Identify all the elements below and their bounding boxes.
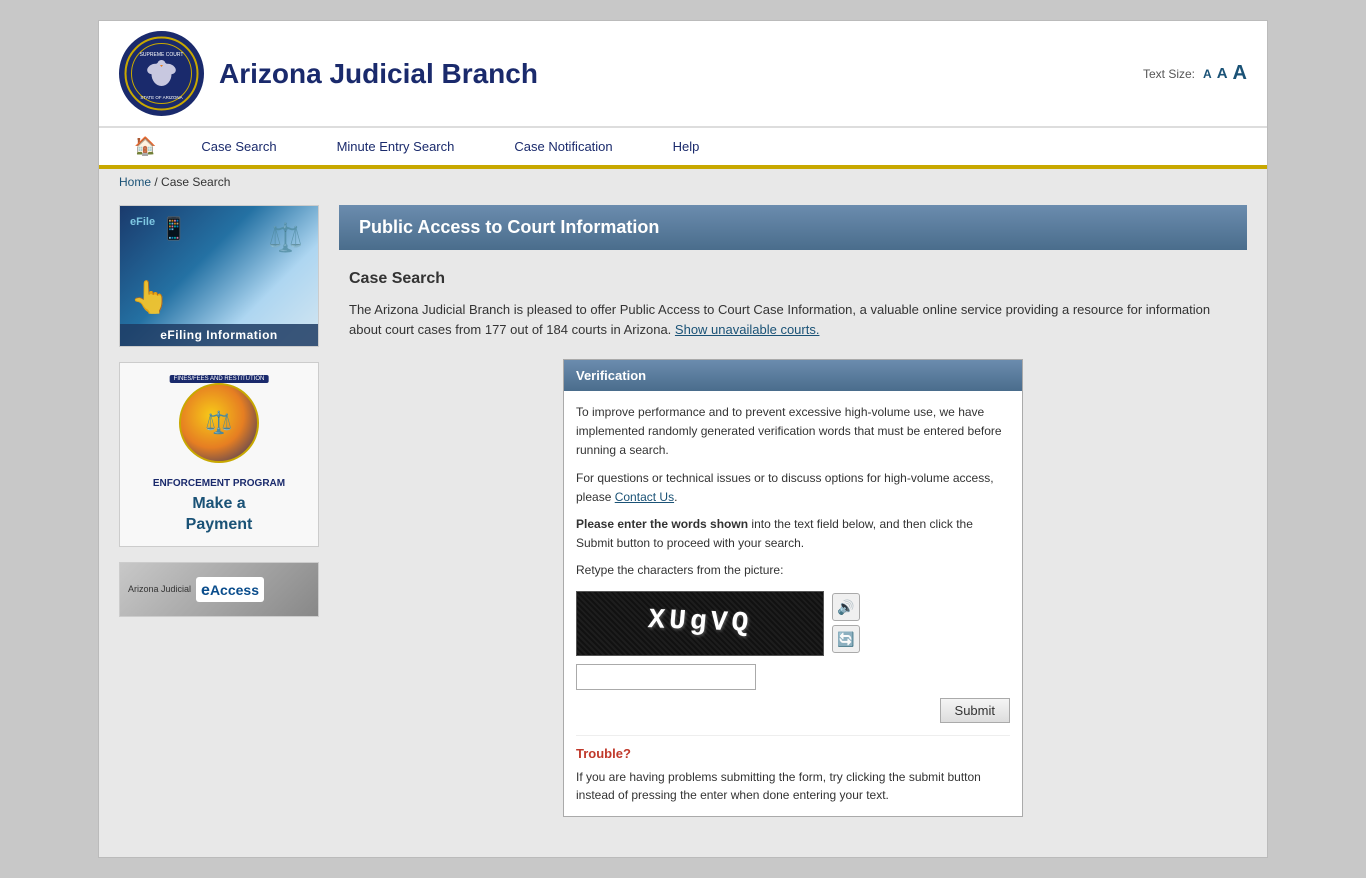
svg-text:STATE OF ARIZONA: STATE OF ARIZONA <box>140 95 182 100</box>
verification-body: To improve performance and to prevent ex… <box>564 391 1022 816</box>
efiling-label: eFiling Information <box>120 324 318 346</box>
submit-row: Submit <box>576 698 1010 723</box>
efiling-card[interactable]: eFile ⚖️ 📱 👆 eFiling Information <box>119 205 319 347</box>
text-size-label: Text Size: <box>1143 67 1195 81</box>
verification-header: Verification <box>564 360 1022 391</box>
captcha-buttons: 🔊 🔄 <box>832 593 860 653</box>
page-title: Public Access to Court Information <box>359 217 659 237</box>
show-unavailable-link[interactable]: Show unavailable courts. <box>675 322 820 337</box>
sidebar: eFile ⚖️ 📱 👆 eFiling Information ⚖️ FINE… <box>119 205 319 837</box>
make-payment-link[interactable]: Make a Payment <box>130 494 308 536</box>
page-wrapper: SUPREME COURT STATE OF ARIZONA Arizona J… <box>98 20 1268 858</box>
verification-text1: To improve performance and to prevent ex… <box>576 403 1010 461</box>
captcha-image: XUgVQ <box>576 591 824 656</box>
site-title: Arizona Judicial Branch <box>219 58 538 90</box>
eaccess-card[interactable]: Arizona Judicial eAccess <box>119 562 319 617</box>
trouble-section: Trouble? If you are having problems subm… <box>576 735 1010 805</box>
content-area: Public Access to Court Information Case … <box>319 205 1247 837</box>
nav-bar: 🏠 Case Search Minute Entry Search Case N… <box>99 127 1267 169</box>
efiling-image: eFile ⚖️ 📱 👆 eFiling Information <box>120 206 318 346</box>
retype-label: Retype the characters from the picture: <box>576 561 1010 580</box>
intro-text: The Arizona Judicial Branch is pleased t… <box>349 300 1237 339</box>
home-nav-icon[interactable]: 🏠 <box>119 128 171 165</box>
instruction-text: Please enter the words shown into the te… <box>576 515 1010 553</box>
court-seal-logo: SUPREME COURT STATE OF ARIZONA <box>119 31 204 116</box>
breadcrumb-current: Case Search <box>161 175 230 189</box>
fare-enforcement-text: ENFORCEMENT PROGRAM <box>130 478 308 489</box>
fare-logo: ⚖️ FINES/FEES AND RESTITUTION <box>130 373 308 473</box>
section-title: Case Search <box>349 270 1237 288</box>
header-left: SUPREME COURT STATE OF ARIZONA Arizona J… <box>119 31 538 116</box>
verification-text2: For questions or technical issues or to … <box>576 469 1010 507</box>
text-size-small[interactable]: A <box>1203 67 1212 81</box>
contact-us-link[interactable]: Contact Us <box>615 490 674 504</box>
text-size-medium[interactable]: A <box>1217 65 1228 82</box>
nav-minute-entry-search[interactable]: Minute Entry Search <box>307 129 485 164</box>
header: SUPREME COURT STATE OF ARIZONA Arizona J… <box>99 21 1267 127</box>
eaccess-inner: Arizona Judicial eAccess <box>120 563 318 616</box>
page-header-bar: Public Access to Court Information <box>339 205 1247 250</box>
nav-case-search[interactable]: Case Search <box>171 129 306 164</box>
eaccess-subtitle: Arizona Judicial <box>128 584 191 595</box>
main-layout: eFile ⚖️ 📱 👆 eFiling Information ⚖️ FINE… <box>99 195 1267 857</box>
nav-case-notification[interactable]: Case Notification <box>484 129 642 164</box>
submit-button[interactable]: Submit <box>940 698 1010 723</box>
text-size-controls: Text Size: A A A <box>1143 62 1247 85</box>
breadcrumb-home[interactable]: Home <box>119 175 151 189</box>
captcha-input[interactable] <box>576 664 756 690</box>
captcha-text: XUgVQ <box>646 599 754 647</box>
captcha-row: XUgVQ 🔊 🔄 <box>576 591 1010 656</box>
fare-card[interactable]: ⚖️ FINES/FEES AND RESTITUTION ENFORCEMEN… <box>119 362 319 547</box>
trouble-text: If you are having problems submitting th… <box>576 768 1010 804</box>
verification-box: Verification To improve performance and … <box>563 359 1023 817</box>
captcha-refresh-btn[interactable]: 🔄 <box>832 625 860 653</box>
trouble-title: Trouble? <box>576 744 1010 765</box>
svg-text:SUPREME COURT: SUPREME COURT <box>140 52 184 58</box>
breadcrumb: Home / Case Search <box>99 169 1267 195</box>
eaccess-logo: eAccess <box>196 577 264 602</box>
case-search-section: Case Search The Arizona Judicial Branch … <box>339 270 1247 817</box>
efile-overlay-text: eFile <box>130 216 155 228</box>
captcha-audio-btn[interactable]: 🔊 <box>832 593 860 621</box>
fare-circle: ⚖️ <box>179 383 259 463</box>
nav-help[interactable]: Help <box>643 129 730 164</box>
text-size-large[interactable]: A <box>1233 62 1247 85</box>
